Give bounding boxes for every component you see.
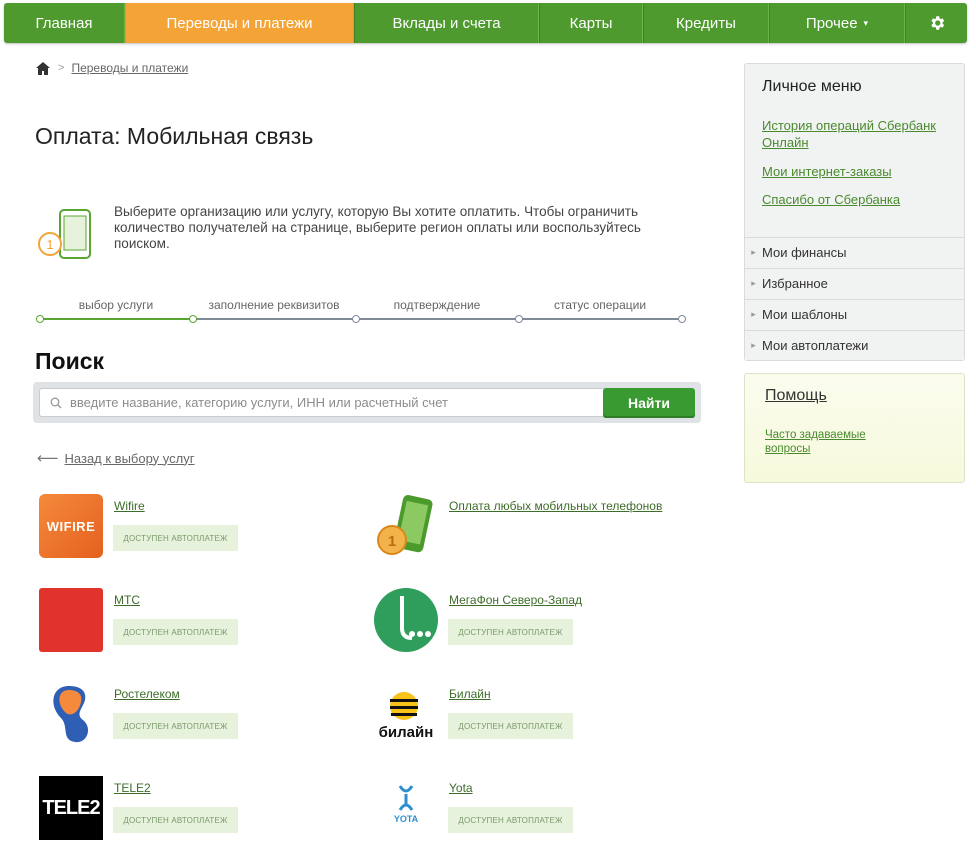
chevron-down-icon: ▾	[863, 17, 869, 28]
yota-logo: YOTA	[374, 776, 438, 840]
provider-name[interactable]: МегаФон Северо-Запад	[449, 593, 582, 607]
search-button[interactable]: Найти	[603, 388, 695, 418]
provider-beeline[interactable]: билайн Билайн ДОСТУПЕН АВТОПЛАТЕЖ	[374, 682, 694, 752]
nav-label: Вклады и счета	[392, 14, 501, 32]
nav-item-credits[interactable]: Кредиты	[643, 3, 769, 43]
autopay-badge: ДОСТУПЕН АВТОПЛАТЕЖ	[113, 619, 238, 645]
nav-label: Кредиты	[676, 14, 736, 32]
search-input[interactable]	[70, 389, 625, 416]
provider-name[interactable]: Yota	[449, 781, 473, 795]
personal-menu-title: Личное меню	[762, 78, 862, 95]
provider-name[interactable]: Wifire	[114, 499, 145, 513]
link-internet-orders[interactable]: Мои интернет-заказы	[762, 163, 957, 180]
section-label: Мои автоплатежи	[762, 338, 869, 353]
megafon-logo	[374, 588, 438, 652]
personal-menu: Личное меню История операций Сбербанк Он…	[744, 63, 965, 361]
nav-label: Главная	[35, 14, 93, 32]
step-label: выбор услуги	[78, 298, 154, 312]
menu-section-finances[interactable]: ▸ Мои финансы	[745, 237, 964, 267]
back-link-label: Назад к выбору услуг	[64, 450, 195, 466]
provider-megafon[interactable]: МегаФон Северо-Запад ДОСТУПЕН АВТОПЛАТЕЖ	[374, 588, 694, 658]
tele2-logo: TELE2	[39, 776, 103, 840]
help-link[interactable]: Помощь	[765, 387, 827, 405]
step-label: статус операции	[553, 298, 647, 312]
nav-label: Карты	[569, 14, 613, 32]
step-dot	[678, 315, 686, 323]
step-dot	[189, 315, 197, 323]
breadcrumb-link-transfers[interactable]: Переводы и платежи	[71, 61, 188, 75]
step-label: подтверждение	[393, 298, 481, 312]
provider-name[interactable]: МТС	[114, 593, 140, 607]
svg-text:1: 1	[46, 237, 53, 252]
link-operations-history[interactable]: История операций Сбербанк Онлайн	[762, 117, 957, 151]
page-title: Оплата: Мобильная связь	[35, 123, 314, 149]
breadcrumb: > Переводы и платежи	[36, 61, 188, 75]
provider-name[interactable]: TELE2	[114, 781, 151, 795]
menu-section-templates[interactable]: ▸ Мои шаблоны	[745, 299, 964, 329]
mts-logo	[39, 588, 103, 652]
progress-track-pending	[194, 318, 682, 320]
nav-item-deposits-accounts[interactable]: Вклады и счета	[354, 3, 539, 43]
breadcrumb-separator: >	[58, 62, 65, 74]
step-dot	[515, 315, 523, 323]
section-label: Мои шаблоны	[762, 307, 848, 322]
provider-rostelecom[interactable]: Ростелеком ДОСТУПЕН АВТОПЛАТЕЖ	[39, 682, 359, 752]
chevron-right-icon: ▸	[751, 340, 756, 350]
provider-name[interactable]: Ростелеком	[114, 687, 180, 701]
arrow-left-icon: ⟵	[37, 450, 59, 467]
provider-name[interactable]: Билайн	[449, 687, 491, 701]
rostelecom-logo	[53, 686, 89, 743]
home-icon[interactable]	[36, 61, 50, 75]
autopay-badge: ДОСТУПЕН АВТОПЛАТЕЖ	[113, 713, 238, 739]
search-field	[39, 388, 631, 417]
help-box: Помощь Часто задаваемые вопросы	[744, 373, 965, 483]
provider-yota[interactable]: YOTA Yota ДОСТУПЕН АВТОПЛАТЕЖ	[374, 776, 694, 846]
nav-label: Прочее	[805, 14, 858, 32]
section-label: Избранное	[762, 276, 828, 291]
autopay-badge: ДОСТУПЕН АВТОПЛАТЕЖ	[113, 525, 238, 551]
faq-link[interactable]: Часто задаваемые вопросы	[765, 428, 885, 456]
mobile-payment-icon: 1	[38, 209, 91, 259]
nav-item-other[interactable]: Прочее ▾	[769, 3, 905, 43]
provider-name[interactable]: Оплата любых мобильных телефонов	[449, 499, 662, 513]
search-panel: Найти	[33, 382, 701, 423]
progress-steps: выбор услуги заполнение реквизитов подтв…	[36, 297, 686, 327]
gear-icon	[930, 16, 944, 30]
provider-mts[interactable]: МТС ДОСТУПЕН АВТОПЛАТЕЖ	[39, 588, 359, 658]
autopay-badge: ДОСТУПЕН АВТОПЛАТЕЖ	[113, 807, 238, 833]
svg-text:1: 1	[388, 533, 396, 550]
autopay-badge: ДОСТУПЕН АВТОПЛАТЕЖ	[448, 713, 573, 739]
provider-tele2[interactable]: TELE2 TELE2 ДОСТУПЕН АВТОПЛАТЕЖ	[39, 776, 359, 846]
back-to-services-link[interactable]: ⟵ Назад к выбору услуг	[37, 449, 194, 467]
link-spasibo[interactable]: Спасибо от Сбербанка	[762, 191, 957, 208]
section-label: Мои финансы	[762, 245, 847, 260]
step-label: заполнение реквизитов	[208, 298, 340, 312]
beeline-logo: билайн	[374, 682, 438, 746]
chevron-right-icon: ▸	[751, 309, 756, 319]
mobile-phone-coin-icon: 1	[377, 495, 433, 555]
step-dot	[36, 315, 44, 323]
chevron-right-icon: ▸	[751, 247, 756, 257]
chevron-right-icon: ▸	[751, 278, 756, 288]
nav-label: Переводы и платежи	[166, 14, 313, 32]
autopay-badge: ДОСТУПЕН АВТОПЛАТЕЖ	[448, 807, 573, 833]
search-title: Поиск	[35, 348, 105, 374]
nav-item-cards[interactable]: Карты	[539, 3, 643, 43]
provider-any-mobile[interactable]: 1 Оплата любых мобильных телефонов	[374, 494, 694, 564]
menu-section-autopayments[interactable]: ▸ Мои автоплатежи	[745, 330, 964, 360]
wifire-logo: WIFIRE	[39, 494, 103, 558]
nav-item-home[interactable]: Главная	[4, 3, 125, 43]
menu-section-favorites[interactable]: ▸ Избранное	[745, 268, 964, 298]
nav-item-transfers-payments[interactable]: Переводы и платежи	[125, 3, 354, 43]
provider-wifire[interactable]: WIFIRE Wifire ДОСТУПЕН АВТОПЛАТЕЖ	[39, 494, 359, 564]
autopay-badge: ДОСТУПЕН АВТОПЛАТЕЖ	[448, 619, 573, 645]
step-dot	[352, 315, 360, 323]
settings-button[interactable]	[905, 3, 967, 43]
info-text: Выберите организацию или услугу, которую…	[114, 204, 641, 251]
main-navigation: Главная Переводы и платежи Вклады и счет…	[4, 3, 967, 43]
search-icon	[50, 397, 62, 409]
progress-track-done	[40, 318, 194, 320]
